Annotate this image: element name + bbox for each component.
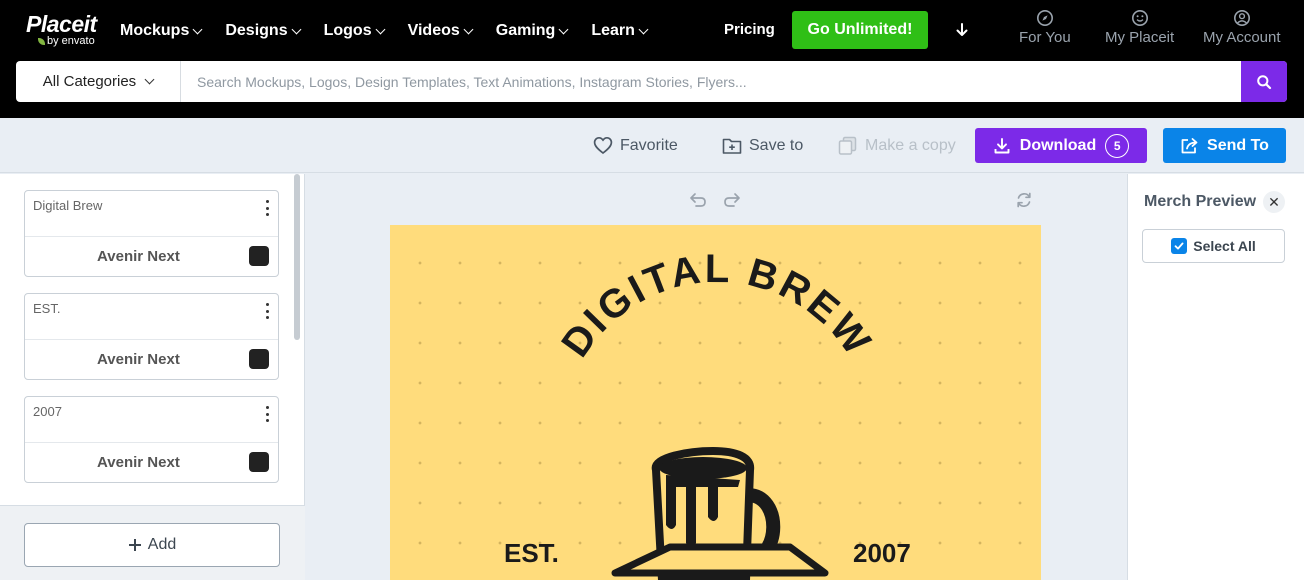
search-input[interactable] [181,61,1241,102]
menu-item-logos[interactable]: Logos [323,18,386,44]
make-copy-button[interactable]: Make a copy [838,136,956,156]
mug-illustration [611,446,829,580]
font-selector[interactable]: Avenir Next [97,248,180,265]
year-text: 2007 [853,538,911,568]
menu-label: Mockups [120,22,190,39]
plus-icon [128,539,141,551]
add-label: Add [147,536,177,553]
layer-text: EST. [33,301,61,316]
category-select[interactable]: All Categories [16,61,181,102]
download-button[interactable]: Download 5 [975,128,1147,163]
chevron-down-icon [291,24,302,34]
est-text: EST. [504,538,559,568]
send-to-button[interactable]: Send To [1163,128,1286,163]
menu-item-videos[interactable]: Videos [407,18,474,44]
brand-artwork: DIGITAL BREW [553,247,880,580]
my-account-label: My Account [1203,29,1281,46]
color-swatch[interactable] [249,246,269,266]
chevron-down-icon [144,74,155,85]
for-you-link[interactable]: For You [1019,9,1071,46]
copy-icon [838,136,857,155]
make-copy-label: Make a copy [865,137,956,154]
search-bar: All Categories [16,61,1287,102]
menu-item-learn[interactable]: Learn [591,18,649,44]
share-icon [1181,137,1198,153]
divider [25,339,278,340]
search-button[interactable] [1241,61,1287,102]
panel-scrollbar[interactable] [294,174,300,340]
redo-icon[interactable] [722,190,742,210]
menu-label: Designs [225,22,288,39]
menu-item-mockups[interactable]: Mockups [120,18,203,44]
download-label: Download [1019,136,1097,154]
chevron-down-icon [192,24,203,34]
kebab-menu-icon[interactable] [264,406,270,422]
color-swatch[interactable] [249,349,269,369]
menu-label: Logos [323,22,372,39]
divider [25,236,278,237]
checkbox-checked-icon [1171,238,1188,254]
text-layer-card[interactable]: 2007 Avenir Next [24,396,279,483]
send-to-label: Send To [1207,136,1269,154]
for-you-label: For You [1019,29,1071,46]
logo-brand: Placeit [26,11,97,37]
save-to-label: Save to [749,136,804,154]
layer-text: 2007 [33,404,62,419]
chevron-down-icon [638,24,649,34]
my-placeit-link[interactable]: My Placeit [1105,9,1174,46]
menu-label: Videos [407,22,460,39]
download-icon [994,137,1010,153]
compass-icon [1036,10,1053,26]
placeit-logo[interactable]: Placeit by envato [26,12,97,47]
close-icon[interactable]: ✕ [1263,191,1285,213]
font-selector[interactable]: Avenir Next [97,351,180,368]
favorite-button[interactable]: Favorite [593,136,678,155]
top-nav: Placeit by envato Mockups Designs Logos … [0,0,1304,118]
chevron-down-icon [375,24,386,34]
select-all-label: Select All [1193,238,1256,254]
my-placeit-label: My Placeit [1105,29,1175,46]
kebab-menu-icon[interactable] [264,200,270,216]
heart-icon [593,136,613,155]
add-text-button[interactable]: Add [24,523,280,567]
smiley-icon [1131,10,1148,26]
undo-icon[interactable] [688,190,708,210]
design-canvas[interactable]: DIGITAL BREW EST. 2007 [390,225,1041,580]
download-arrow-icon[interactable] [953,20,971,40]
main-menu: Mockups Designs Logos Videos Gaming Lear… [120,18,671,44]
color-swatch[interactable] [249,452,269,472]
pricing-link[interactable]: Pricing [724,21,775,38]
text-layer-card[interactable]: EST. Avenir Next [24,293,279,380]
menu-item-designs[interactable]: Designs [225,18,302,44]
divider [25,442,278,443]
favorite-label: Favorite [620,136,678,154]
text-layer-card[interactable]: Digital Brew Avenir Next [24,190,279,277]
menu-item-gaming[interactable]: Gaming [495,18,569,44]
chevron-down-icon [558,24,569,34]
merch-preview-title: Merch Preview [1144,193,1257,210]
folder-add-icon [722,138,742,154]
refresh-icon[interactable] [1014,190,1034,210]
logo-sub-text: by envato [47,35,95,47]
headline-text: DIGITAL BREW [553,247,880,365]
user-circle-icon [1233,10,1250,26]
menu-label: Gaming [495,22,556,39]
download-count-badge: 5 [1105,133,1130,158]
category-label: All Categories [42,73,137,90]
layer-text: Digital Brew [33,198,103,213]
save-to-button[interactable]: Save to [722,136,803,155]
envato-leaf-icon [38,38,45,45]
go-unlimited-button[interactable]: Go Unlimited! [792,11,928,49]
chevron-down-icon [463,24,474,34]
logo-sub: by envato [38,36,97,47]
kebab-menu-icon[interactable] [264,303,270,319]
font-selector[interactable]: Avenir Next [97,454,180,471]
menu-label: Learn [591,22,635,39]
search-icon [1257,74,1272,89]
my-account-link[interactable]: My Account [1203,9,1281,46]
select-all-checkbox[interactable]: Select All [1142,229,1285,263]
